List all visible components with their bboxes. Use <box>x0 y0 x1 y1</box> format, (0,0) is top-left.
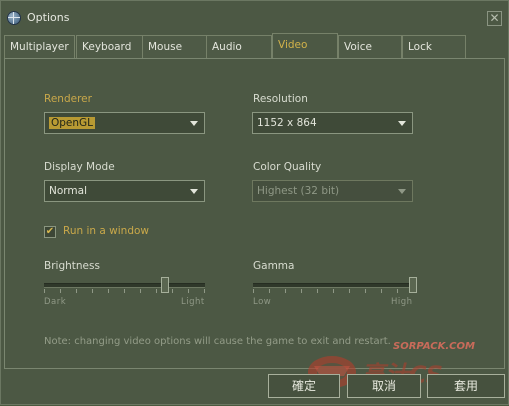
color-quality-label: Color Quality <box>253 161 322 173</box>
gamma-min-label: Low <box>253 297 272 307</box>
tab-video[interactable]: Video <box>272 33 338 58</box>
display-mode-value: Normal <box>49 185 87 197</box>
resolution-select[interactable]: 1152 x 864 <box>252 112 413 134</box>
run-in-window-label: Run in a window <box>63 225 149 237</box>
ok-button[interactable]: 確定 <box>268 374 340 398</box>
brightness-ticks <box>44 289 205 293</box>
tab-audio[interactable]: Audio <box>206 35 272 58</box>
gamma-ticks <box>253 289 413 293</box>
gamma-slider[interactable] <box>253 283 413 288</box>
tab-lock[interactable]: Lock <box>402 35 466 58</box>
tab-multiplayer[interactable]: Multiplayer <box>4 35 75 58</box>
title-bar: Options ✕ <box>1 1 509 33</box>
tab-keyboard[interactable]: Keyboard <box>76 35 144 58</box>
options-dialog: Options ✕ Multiplayer Keyboard Mouse Aud… <box>0 0 509 405</box>
cancel-button[interactable]: 取消 <box>347 374 421 398</box>
renderer-select[interactable]: OpenGL <box>44 112 205 134</box>
gamma-label: Gamma <box>253 260 295 272</box>
brightness-slider-thumb[interactable] <box>160 277 169 293</box>
renderer-label: Renderer <box>44 93 92 105</box>
color-quality-value: Highest (32 bit) <box>257 185 340 197</box>
chevron-down-icon <box>190 121 198 126</box>
chevron-down-icon <box>398 121 406 126</box>
window-title: Options <box>27 11 70 24</box>
globe-icon <box>7 11 21 25</box>
brightness-max-label: Light <box>181 297 205 307</box>
gamma-slider-thumb[interactable] <box>409 277 417 293</box>
brightness-min-label: Dark <box>44 297 67 307</box>
tab-voice[interactable]: Voice <box>338 35 402 58</box>
renderer-value: OpenGL <box>49 117 96 129</box>
chevron-down-icon <box>398 189 406 194</box>
tab-mouse[interactable]: Mouse <box>142 35 208 58</box>
tab-bar: Multiplayer Keyboard Mouse Audio Video V… <box>4 33 504 59</box>
brightness-slider[interactable] <box>44 283 205 288</box>
resolution-value: 1152 x 864 <box>257 117 317 129</box>
gamma-max-label: High <box>391 297 413 307</box>
close-button[interactable]: ✕ <box>487 11 502 26</box>
color-quality-select: Highest (32 bit) <box>252 180 413 202</box>
display-mode-select[interactable]: Normal <box>44 180 205 202</box>
display-mode-label: Display Mode <box>44 161 115 173</box>
restart-note: Note: changing video options will cause … <box>44 336 391 347</box>
resolution-label: Resolution <box>253 93 308 105</box>
brightness-label: Brightness <box>44 260 100 272</box>
run-in-window-checkbox[interactable]: ✔ <box>44 226 56 238</box>
chevron-down-icon <box>190 189 198 194</box>
apply-button[interactable]: 套用 <box>427 374 505 398</box>
